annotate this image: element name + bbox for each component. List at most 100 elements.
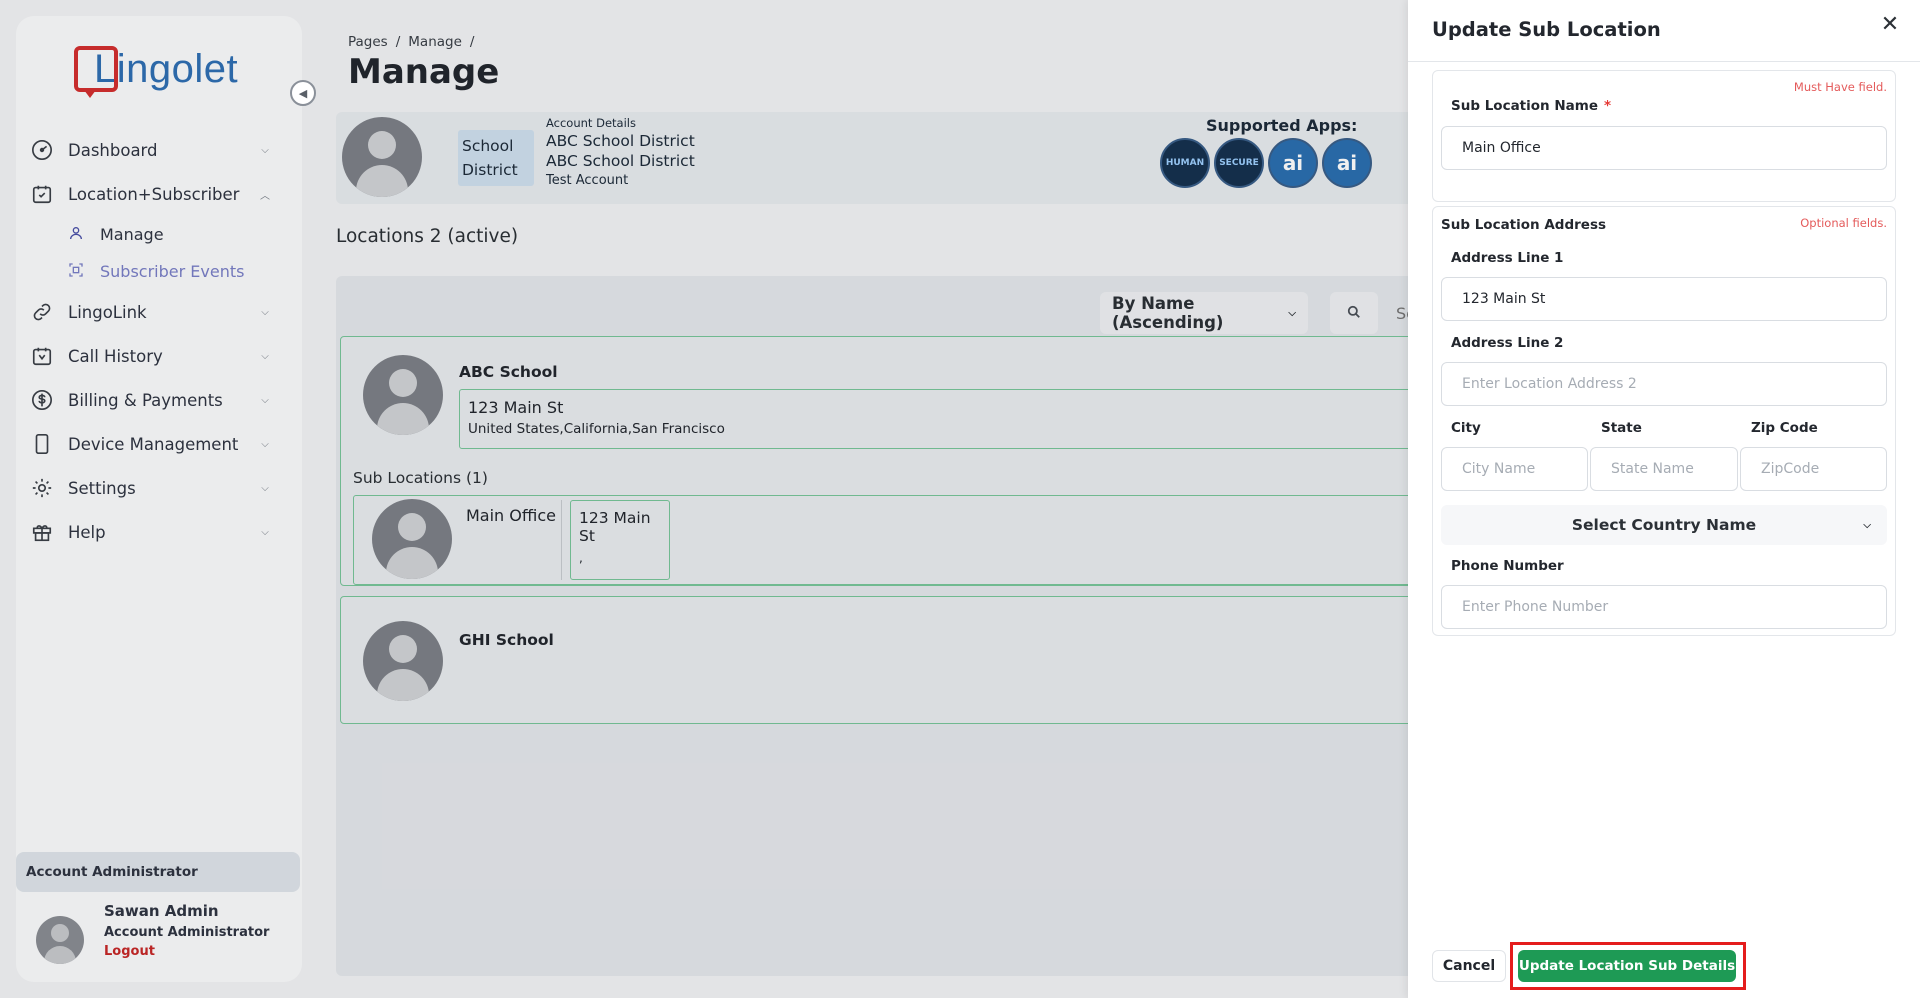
phone-input[interactable] (1441, 585, 1887, 629)
search-icon (1347, 304, 1361, 323)
drawer-title: Update Sub Location (1432, 18, 1661, 41)
account-name: ABC School District (546, 132, 695, 150)
account-avatar (342, 117, 422, 197)
sidebar-item-lingolink[interactable]: LingoLink ⌵ (30, 290, 272, 334)
user-role: Account Administrator (104, 925, 270, 940)
breadcrumb-item-pages[interactable]: Pages (348, 34, 388, 50)
dollar-icon (30, 388, 54, 412)
locations-heading: Locations 2 (active) (336, 226, 519, 247)
supported-apps-label: Supported Apps: (1206, 116, 1358, 135)
state-input[interactable] (1590, 447, 1738, 491)
role-badge: Account Administrator (16, 852, 300, 892)
update-location-sub-details-button[interactable]: Update Location Sub Details (1518, 950, 1736, 982)
cancel-button[interactable]: Cancel (1432, 950, 1506, 982)
location-name: GHI School (459, 631, 554, 649)
update-sub-location-drawer: Update Sub Location ✕ Must Have field. S… (1408, 0, 1920, 998)
city-input[interactable] (1441, 447, 1588, 491)
avatar (36, 916, 84, 964)
required-hint: Must Have field. (1793, 80, 1887, 94)
sub-location-name-input[interactable] (1441, 126, 1887, 170)
sidebar-item-help[interactable]: Help ⌵ (30, 510, 272, 554)
account-type-line: School (462, 137, 514, 155)
divider (561, 500, 562, 580)
chevron-down-icon: ⌵ (1288, 307, 1296, 319)
sub-location-name-section: Must Have field. Sub Location Name * (1432, 70, 1896, 202)
sidebar-item-dashboard[interactable]: Dashboard ⌵ (30, 128, 272, 172)
account-details: Account Details ABC School District ABC … (546, 116, 695, 188)
label-text: Sub Location Name (1451, 98, 1598, 114)
account-name: ABC School District (546, 152, 695, 170)
sort-select[interactable]: By Name (Ascending) ⌵ (1100, 292, 1308, 334)
breadcrumb-item-manage[interactable]: Manage (408, 34, 462, 50)
sub-location-address-section: Optional fields. Sub Location Address Ad… (1432, 206, 1896, 636)
app-document-ai-icon: ai (1322, 138, 1372, 188)
sidebar-subitem-label: Manage (100, 225, 164, 244)
sort-select-value: By Name (Ascending) (1112, 294, 1224, 332)
sidebar-item-label: Settings (68, 478, 136, 498)
sidebar-item-label: Device Management (68, 434, 239, 454)
sidebar-item-billing[interactable]: Billing & Payments ⌵ (30, 378, 272, 422)
sub-location-name: Main Office (466, 506, 556, 525)
required-asterisk: * (1603, 98, 1612, 114)
drawer-header: Update Sub Location ✕ (1408, 0, 1920, 62)
chevron-down-icon: ⌵ (261, 350, 269, 362)
chevron-down-icon: ⌵ (261, 526, 269, 538)
country-select[interactable]: Select Country Name ⌵ (1441, 505, 1887, 545)
address-line-1-label: Address Line 1 (1451, 250, 1564, 266)
sub-locations-heading: Sub Locations (1) (353, 469, 488, 487)
location-avatar (363, 355, 443, 435)
app-multichannel-ai-icon: ai (1268, 138, 1318, 188)
address-section-title: Sub Location Address (1441, 217, 1607, 233)
breadcrumb: Pages / Manage / (348, 34, 474, 50)
sidebar-item-label: Location+Subscriber (68, 184, 240, 204)
chevron-down-icon: ⌵ (261, 482, 269, 494)
sidebar: Lingolet ◀ Dashboard ⌵ Location+Subscrib… (0, 0, 316, 998)
user-icon (66, 225, 86, 245)
account-details-label: Account Details (546, 116, 636, 130)
close-icon[interactable]: ✕ (1878, 12, 1902, 37)
sidebar-item-settings[interactable]: Settings ⌵ (30, 466, 272, 510)
app-logo[interactable]: Lingolet (74, 44, 238, 98)
sidebar-subitem-subscriber-events[interactable]: Subscriber Events (30, 253, 272, 290)
calendar-icon (30, 344, 54, 368)
account-kind: Test Account (546, 173, 629, 188)
sub-location-avatar (372, 499, 452, 579)
sidebar-subitem-label: Subscriber Events (100, 262, 245, 281)
logo-speech-bubble-icon (74, 46, 118, 98)
chevron-down-icon: ⌵ (1863, 519, 1871, 531)
location-avatar (363, 621, 443, 701)
logout-link[interactable]: Logout (104, 944, 269, 959)
sidebar-item-label: Dashboard (68, 140, 158, 160)
optional-hint: Optional fields. (1800, 216, 1887, 230)
account-type-line: District (462, 161, 518, 179)
sidebar-item-location-subscriber[interactable]: Location+Subscriber ︿ (30, 172, 272, 216)
chevron-up-icon: ︿ (260, 190, 270, 202)
app-human-icon: HUMAN (1160, 138, 1210, 188)
sidebar-item-call-history[interactable]: Call History ⌵ (30, 334, 272, 378)
gauge-icon (30, 138, 54, 162)
address-line-2-label: Address Line 2 (1451, 335, 1564, 351)
city-label: City (1451, 420, 1481, 436)
breadcrumb-separator: / (469, 34, 475, 50)
address-line-2-input[interactable] (1441, 362, 1887, 406)
chevron-down-icon: ⌵ (261, 144, 269, 156)
sidebar-item-device-management[interactable]: Device Management ⌵ (30, 422, 272, 466)
zip-input[interactable] (1740, 447, 1887, 491)
chevron-down-icon: ⌵ (261, 394, 269, 406)
phone-label: Phone Number (1451, 558, 1564, 574)
sidebar-item-label: Billing & Payments (68, 390, 223, 410)
sidebar-item-label: Help (68, 522, 106, 542)
user-profile: Sawan Admin Account Administrator Logout (36, 902, 269, 964)
sidebar-subitem-manage[interactable]: Manage (30, 216, 272, 253)
location-name: ABC School (459, 363, 558, 381)
breadcrumb-separator: / (395, 34, 401, 50)
search-button[interactable] (1330, 292, 1378, 334)
address-line-1-input[interactable] (1441, 277, 1887, 321)
collapse-sidebar-icon[interactable]: ◀ (290, 80, 316, 106)
page-title: Manage (348, 52, 500, 92)
sub-location-address: 123 Main St , (570, 500, 670, 580)
link-icon (30, 300, 54, 324)
phone-device-icon (30, 432, 54, 456)
scan-icon (66, 262, 86, 282)
app-secure-icon: SECURE (1214, 138, 1264, 188)
